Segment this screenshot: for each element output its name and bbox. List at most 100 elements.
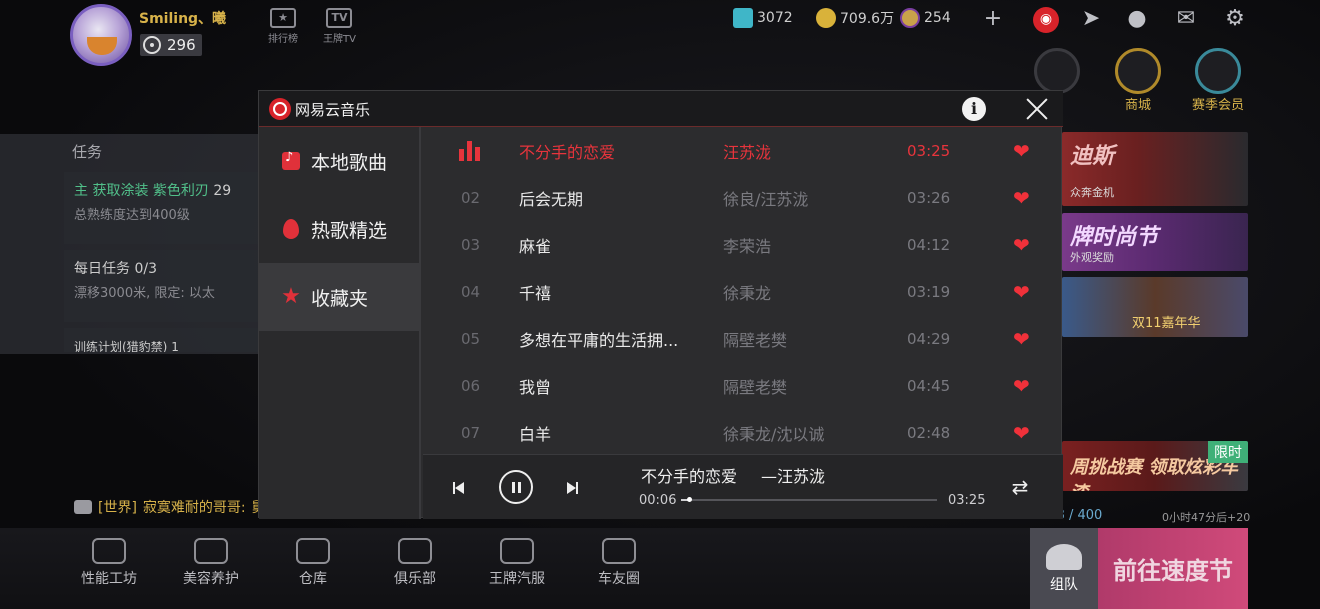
info-icon[interactable]: i (962, 97, 986, 121)
player-bar: 不分手的恋爱 —汪苏泷 00:06 03:25 ⇄ (423, 454, 1063, 519)
menu-shop[interactable]: 商城 (1115, 48, 1161, 113)
task-extra: 0/3 (134, 261, 157, 277)
netease-music-icon[interactable]: ◉ (1033, 7, 1059, 33)
promo-banner-car[interactable]: 迪斯 众奔金机 (1062, 132, 1248, 206)
announcement-icon[interactable]: ➤ (1078, 7, 1104, 31)
sidebar-item-local-songs[interactable]: 本地歌曲 (259, 127, 419, 195)
nav-car-friends[interactable]: 车友圈 (588, 538, 650, 609)
song-duration: 03:25 (907, 141, 951, 160)
heart-icon[interactable]: ❤ (1013, 186, 1030, 210)
nav-performance-workshop[interactable]: 性能工坊 (78, 538, 140, 609)
avatar[interactable] (70, 4, 132, 66)
previous-track-icon[interactable] (453, 482, 465, 494)
heart-icon[interactable]: ❤ (1013, 327, 1030, 351)
menu-season-vip[interactable]: 赛季会员 (1192, 48, 1244, 113)
add-icon[interactable]: + (980, 7, 1006, 31)
song-title: 麻雀 (519, 236, 552, 256)
friends-circle-icon (602, 538, 636, 564)
song-title: 多想在平庸的生活拥... (519, 330, 679, 350)
currency-tickets[interactable]: 3072 (733, 8, 793, 28)
song-duration: 03:26 (907, 188, 951, 207)
next-track-icon[interactable] (566, 482, 578, 494)
song-row[interactable]: 02 后会无期 徐良/汪苏泷 03:26 ❤ (423, 174, 1063, 221)
song-title: 千禧 (519, 283, 552, 303)
nav-beauty-care[interactable]: 美容养护 (180, 538, 242, 609)
song-row[interactable]: 04 千禧 徐秉龙 03:19 ❤ (423, 268, 1063, 315)
song-row[interactable]: 不分手的恋爱 汪苏泷 03:25 ❤ (423, 127, 1063, 174)
song-title: 不分手的恋爱 (519, 142, 616, 162)
team-button-label: 组队 (1050, 576, 1078, 593)
promo-sub: 众奔金机 (1070, 186, 1114, 199)
song-duration: 02:48 (907, 423, 951, 442)
chat-channel: [世界] (98, 500, 137, 516)
heart-icon[interactable]: ❤ (1013, 139, 1030, 163)
nav-ace-service[interactable]: 王牌汽服 (486, 538, 548, 609)
garage-icon (296, 538, 330, 564)
nav-club[interactable]: 俱乐部 (384, 538, 446, 609)
heart-icon[interactable]: ❤ (1013, 421, 1030, 445)
close-icon[interactable] (1023, 95, 1051, 123)
progress-slider[interactable] (681, 497, 937, 502)
nav-leaderboard[interactable]: ★ 排行榜 (268, 8, 298, 45)
song-duration: 03:19 (907, 282, 951, 301)
heart-icon[interactable]: ❤ (1013, 280, 1030, 304)
go-speed-festival-button[interactable]: 前往速度节 (1098, 528, 1248, 609)
netease-logo-icon (269, 98, 291, 120)
team-button[interactable]: 组队 (1030, 528, 1098, 609)
promo-sub: 双11嘉年华 (1132, 316, 1201, 331)
song-index: 02 (461, 188, 481, 207)
song-row[interactable]: 07 白羊 徐秉龙/沈以诚 02:48 ❤ (423, 409, 1063, 454)
song-row[interactable]: 06 我曾 隔壁老樊 04:45 ❤ (423, 362, 1063, 409)
friends-icon[interactable]: ● (1124, 7, 1150, 31)
gold-value: 709.6万 (840, 11, 895, 27)
now-playing-artist: —汪苏泷 (761, 467, 826, 486)
song-index: 07 (461, 423, 481, 442)
promo-banner-challenge[interactable]: 周挑战赛 领取炫彩车漆 限时 (1062, 441, 1248, 491)
bottom-nav: 性能工坊 美容养护 仓库 俱乐部 王牌汽服 车友圈 (0, 528, 1030, 609)
level-badge: 296 (140, 34, 202, 56)
task-title: 获取涂装 紫色利刃 (92, 183, 209, 199)
song-row[interactable]: 05 多想在平庸的生活拥... 隔壁老樊 04:29 ❤ (423, 315, 1063, 362)
modal-title: 网易云音乐 (295, 101, 371, 119)
song-duration: 04:12 (907, 235, 951, 254)
star-icon: ★ (281, 284, 301, 309)
song-row[interactable]: 03 麻雀 李荣浩 04:12 ❤ (423, 221, 1063, 268)
heart-icon[interactable]: ❤ (1013, 233, 1030, 257)
settings-gear-icon[interactable]: ⚙ (1222, 7, 1248, 31)
song-index: 06 (461, 376, 481, 395)
currency-gold[interactable]: 709.6万 (816, 8, 894, 28)
gift-icon (1034, 48, 1080, 94)
vip-icon (1195, 48, 1241, 94)
shuffle-icon[interactable]: ⇄ (1009, 477, 1031, 497)
sidebar-item-favorites[interactable]: ★ 收藏夹 (259, 263, 419, 331)
world-chat-line[interactable]: [世界]寂寞难耐的哥哥:舅 (74, 497, 266, 517)
pause-icon[interactable] (499, 470, 533, 504)
sidebar-item-label: 收藏夹 (311, 287, 369, 310)
task-card-training[interactable]: 训练计划(猎豹禁) 1 (64, 328, 260, 352)
task-card-main[interactable]: 主 获取涂装 紫色利刃 29 总熟练度达到400级 (64, 172, 260, 244)
wrench-icon (92, 538, 126, 564)
nav-garage[interactable]: 仓库 (282, 538, 344, 609)
tickets-value: 3072 (757, 10, 793, 26)
sidebar-item-hot-songs[interactable]: 热歌精选 (259, 195, 419, 263)
menu-shop-label: 商城 (1124, 98, 1151, 113)
refresh-timer: 0小时47分后+20 (1162, 511, 1251, 524)
promo-banner-double11[interactable]: 双11嘉年华 (1062, 277, 1248, 337)
tv-icon: TV (326, 8, 353, 28)
currency-gems[interactable]: 254 (900, 8, 951, 28)
progress-knob[interactable] (686, 497, 692, 502)
chat-bubble-icon (74, 500, 92, 514)
nav-ace-tv[interactable]: TV 王牌TV (323, 8, 356, 45)
promo-text: 牌时尚节 (1070, 225, 1159, 250)
song-list[interactable]: 不分手的恋爱 汪苏泷 03:25 ❤ 02 后会无期 徐良/汪苏泷 03:26 … (423, 127, 1063, 454)
modal-header: 网易云音乐 i (259, 91, 1063, 127)
task-tag: 主 (74, 183, 88, 199)
nav-label: 王牌汽服 (489, 571, 545, 587)
club-icon (398, 538, 432, 564)
promo-text: 迪斯 (1070, 144, 1115, 169)
now-playing-bars-icon (459, 141, 481, 161)
mail-icon[interactable]: ✉ (1173, 7, 1199, 31)
heart-icon[interactable]: ❤ (1013, 374, 1030, 398)
task-card-daily[interactable]: 每日任务 0/3 漂移3000米, 限定: 以太 (64, 250, 260, 322)
promo-banner-fashion[interactable]: 牌时尚节 外观奖励 (1062, 213, 1248, 271)
